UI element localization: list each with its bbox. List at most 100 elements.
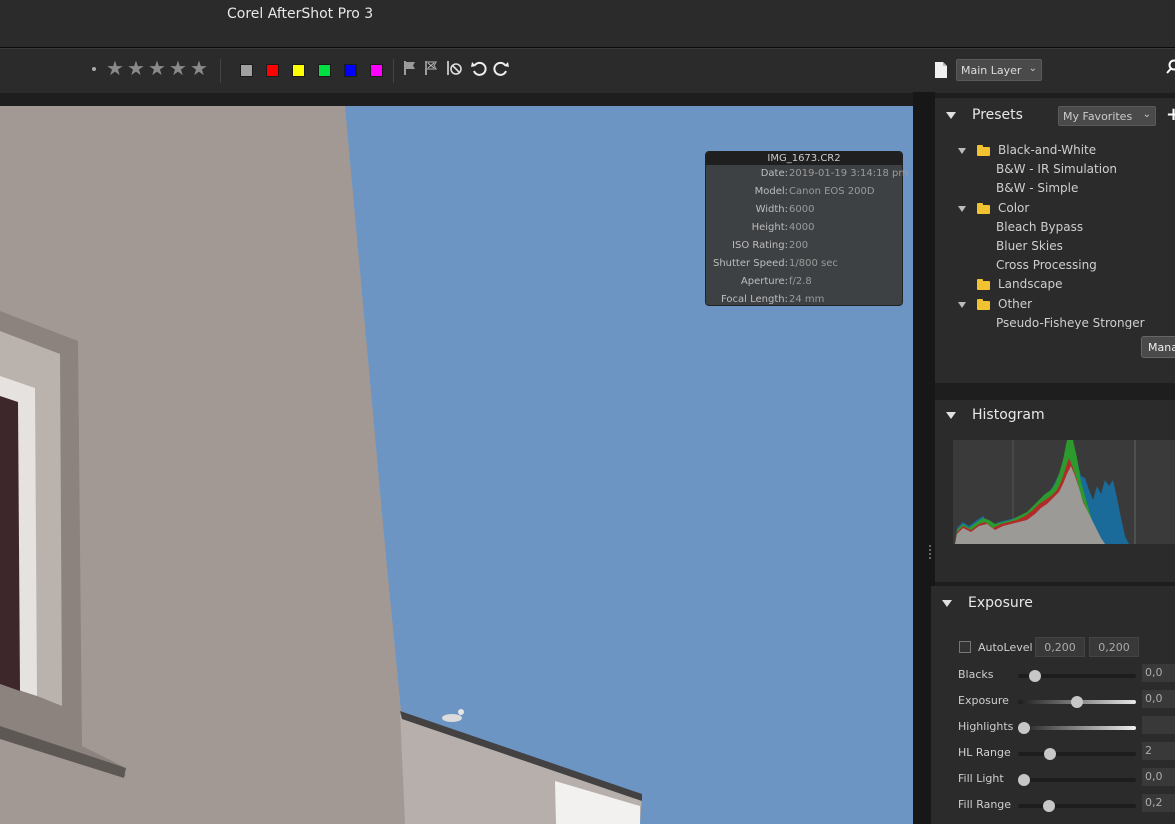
slider-label: Exposure bbox=[958, 694, 1009, 707]
slider-knob[interactable] bbox=[1042, 800, 1055, 812]
metadata-row: Height: 4000 bbox=[706, 219, 902, 237]
slider-value[interactable]: 0,0 bbox=[1142, 664, 1175, 682]
slider-knob[interactable] bbox=[1071, 696, 1083, 708]
color-label-blue[interactable] bbox=[344, 64, 357, 77]
metadata-value: 1/800 sec bbox=[789, 258, 838, 269]
flag-reject-icon[interactable] bbox=[423, 59, 441, 79]
metadata-label: ISO Rating: bbox=[732, 240, 788, 251]
metadata-row: Date: 2019-01-19 3:14:18 pm bbox=[706, 165, 908, 183]
document-icon[interactable] bbox=[933, 61, 949, 79]
slider-track[interactable] bbox=[1017, 774, 1136, 786]
layer-select[interactable]: Main Layer ⌄ bbox=[956, 59, 1042, 81]
color-label-gray[interactable] bbox=[240, 64, 253, 77]
metadata-value: Canon EOS 200D bbox=[789, 186, 875, 197]
slider-track[interactable] bbox=[1018, 748, 1136, 760]
metadata-value: 4000 bbox=[789, 222, 815, 233]
slider-track[interactable] bbox=[1018, 800, 1136, 812]
preset-item[interactable]: B&W - IR Simulation bbox=[996, 162, 1117, 176]
preset-folder[interactable]: Color bbox=[998, 201, 1029, 215]
metadata-row: Aperture: f/2.8 bbox=[706, 273, 902, 291]
slider-value[interactable]: 0,0 bbox=[1142, 768, 1175, 786]
metadata-label: Shutter Speed: bbox=[712, 258, 788, 269]
clear-rating-dot[interactable] bbox=[92, 67, 96, 71]
histogram-graph bbox=[953, 440, 1175, 544]
search-icon[interactable] bbox=[1166, 59, 1175, 75]
folder-expand-icon[interactable] bbox=[958, 301, 966, 308]
redo-icon[interactable] bbox=[492, 59, 510, 79]
metadata-row: Width: 6000 bbox=[706, 201, 902, 219]
slider-value[interactable]: 0,2 bbox=[1142, 794, 1175, 812]
preset-item[interactable]: Bleach Bypass bbox=[996, 220, 1083, 234]
folder-expand-icon[interactable] bbox=[958, 148, 966, 154]
preset-item[interactable]: Bluer Skies bbox=[996, 239, 1063, 253]
slider-label: Fill Range bbox=[958, 798, 1012, 811]
preset-item[interactable]: Cross Processing bbox=[996, 258, 1097, 272]
metadata-value: f/2.8 bbox=[789, 276, 812, 287]
color-label-red[interactable] bbox=[266, 64, 279, 77]
metadata-row: Focal Length: 24 mm bbox=[706, 291, 902, 309]
preset-folder[interactable]: Landscape bbox=[998, 277, 1062, 291]
slider-knob[interactable] bbox=[1017, 722, 1030, 734]
color-label-magenta[interactable] bbox=[370, 64, 383, 77]
star-3-icon[interactable]: ★ bbox=[148, 58, 166, 78]
slider-track[interactable] bbox=[1018, 670, 1136, 682]
metadata-row: Shutter Speed: 1/800 sec bbox=[706, 255, 902, 273]
metadata-value: 2019-01-19 3:14:18 pm bbox=[789, 168, 909, 179]
metadata-filename: IMG_1673.CR2 bbox=[706, 152, 902, 165]
slider-knob[interactable] bbox=[1043, 748, 1056, 760]
color-label-green[interactable] bbox=[318, 64, 331, 77]
autolevel-checkbox[interactable] bbox=[959, 641, 971, 653]
metadata-row: ISO Rating: 200 bbox=[706, 237, 902, 255]
slider-value[interactable] bbox=[1142, 716, 1175, 734]
color-label-yellow[interactable] bbox=[292, 64, 305, 77]
chevron-down-icon: ⌄ bbox=[1142, 109, 1151, 120]
folder-expand-icon[interactable] bbox=[958, 205, 966, 212]
histogram-title: Histogram bbox=[972, 407, 1045, 423]
metadata-label: Model: bbox=[754, 186, 788, 197]
star-5-icon[interactable]: ★ bbox=[190, 58, 208, 78]
collapse-presets-icon[interactable] bbox=[946, 112, 956, 119]
metadata-overlay: IMG_1673.CR2 Date: 2019-01-19 3:14:18 pm M… bbox=[705, 151, 908, 309]
title-bar: Corel AfterShot Pro 3 bbox=[0, 0, 1175, 48]
flag-pick-icon[interactable] bbox=[402, 59, 420, 79]
app-title: Corel AfterShot Pro 3 bbox=[227, 6, 374, 22]
metadata-label: Width: bbox=[755, 204, 788, 215]
metadata-row: Model: Canon EOS 200D bbox=[706, 183, 902, 201]
slider-label: HL Range bbox=[958, 746, 1011, 759]
preset-folder[interactable]: Other bbox=[998, 297, 1032, 311]
metadata-value: 24 mm bbox=[789, 294, 825, 305]
collapse-histogram-icon[interactable] bbox=[946, 412, 956, 419]
slider-knob[interactable] bbox=[1017, 774, 1030, 786]
preset-item[interactable]: Pseudo-Fisheye Stronger bbox=[996, 316, 1145, 329]
slider-value[interactable]: 2 bbox=[1142, 742, 1175, 760]
slider-track[interactable] bbox=[1017, 722, 1136, 734]
metadata-label: Focal Length: bbox=[721, 294, 788, 305]
autolevel-high-input[interactable]: 0,200 bbox=[1089, 637, 1139, 657]
slider-label: Fill Light bbox=[958, 772, 1004, 785]
slider-track[interactable] bbox=[1018, 696, 1136, 708]
layer-select-value: Main Layer bbox=[961, 64, 1022, 77]
autolevel-low-input[interactable]: 0,200 bbox=[1035, 637, 1085, 657]
slider-label: Blacks bbox=[958, 668, 994, 681]
add-preset-icon[interactable]: + bbox=[1166, 104, 1175, 125]
star-2-icon[interactable]: ★ bbox=[127, 58, 145, 78]
manage-presets-button[interactable]: Mana bbox=[1141, 336, 1175, 358]
star-4-icon[interactable]: ★ bbox=[169, 58, 187, 78]
metadata-label: Aperture: bbox=[740, 276, 788, 287]
undo-icon[interactable] bbox=[470, 59, 488, 79]
slider-value[interactable]: 0,0 bbox=[1142, 690, 1175, 708]
preset-item[interactable]: B&W - Simple bbox=[996, 181, 1078, 195]
metadata-label: Date: bbox=[760, 168, 788, 179]
clear-flag-icon[interactable] bbox=[445, 59, 463, 79]
metadata-value: 200 bbox=[789, 240, 809, 251]
collapse-exposure-icon[interactable] bbox=[942, 600, 952, 607]
preset-folder[interactable]: Black-and-White bbox=[998, 143, 1096, 157]
slider-knob[interactable] bbox=[1028, 670, 1041, 682]
folder-icon bbox=[977, 298, 990, 310]
slider-label: Highlights bbox=[958, 720, 1014, 733]
star-1-icon[interactable]: ★ bbox=[106, 58, 124, 78]
splitter-grip-icon[interactable] bbox=[929, 545, 933, 559]
presets-filter-select[interactable]: My Favorites ⌄ bbox=[1058, 106, 1156, 126]
toolbar-separator bbox=[220, 59, 221, 83]
presets-filter-value: My Favorites bbox=[1063, 110, 1133, 123]
